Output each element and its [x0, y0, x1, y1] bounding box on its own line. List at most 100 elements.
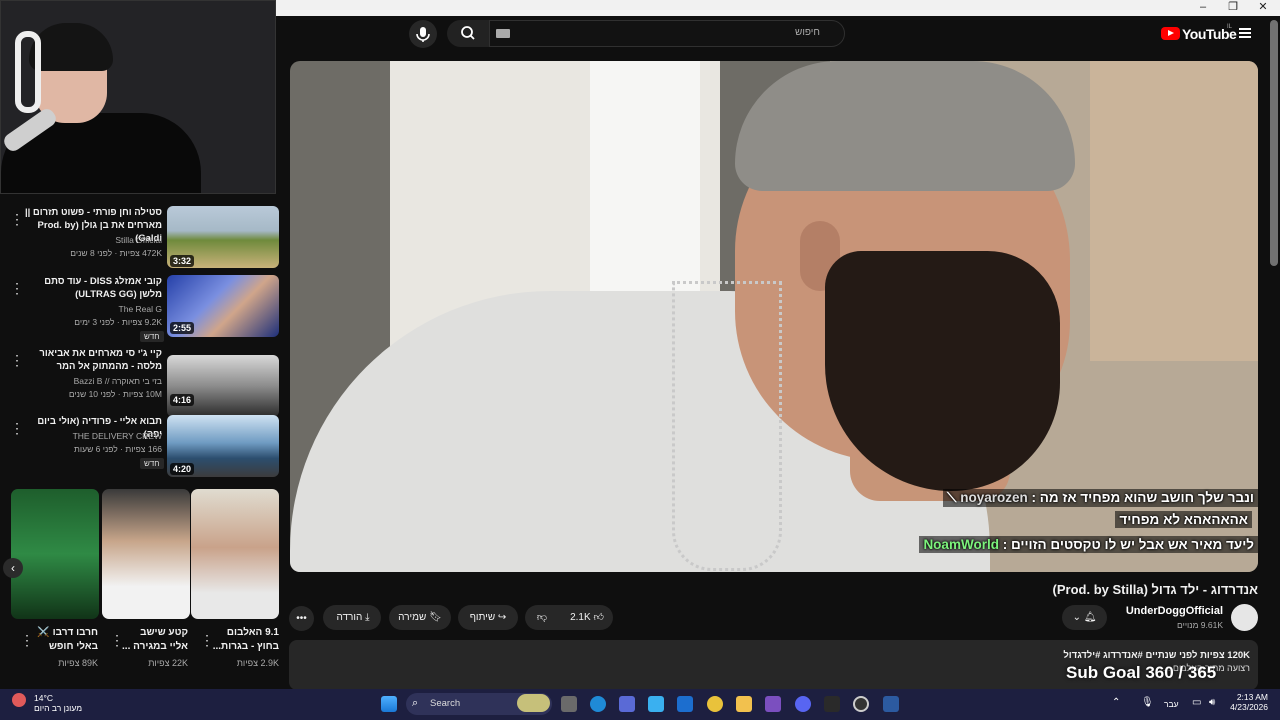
- file-explorer-icon[interactable]: [736, 696, 752, 712]
- network-icon[interactable]: ▭: [1192, 697, 1201, 708]
- weather-widget[interactable]: 14°C מעונן רב היום: [34, 693, 82, 713]
- chat-message-cont: אהאהאהא לא מפחיד: [1115, 511, 1252, 528]
- more-options-icon[interactable]: ⋮: [10, 421, 24, 435]
- channel-name[interactable]: UnderDoggOfficial: [1110, 605, 1223, 617]
- related-video-item[interactable]: ⋮ סטילה וחן פורתי - פשוט תזרום || מארחים…: [0, 206, 289, 276]
- channel-name[interactable]: The Real G: [22, 304, 162, 314]
- duration-badge: 2:55: [170, 322, 195, 334]
- search-button[interactable]: [447, 20, 489, 47]
- download-button[interactable]: הורדה ⤓: [323, 605, 381, 630]
- video-thumbnail[interactable]: [167, 355, 279, 417]
- related-video-item[interactable]: ⋮ קובי אמזלג DISS - עוד סתם מלשן (ULTRAS…: [0, 275, 289, 345]
- video-title[interactable]: קובי אמזלג DISS - עוד סתם מלשן (ULTRAS G…: [22, 275, 162, 301]
- app-icon[interactable]: [824, 696, 840, 712]
- short-thumbnail[interactable]: [11, 489, 99, 619]
- obs-icon[interactable]: [853, 696, 869, 712]
- search-input[interactable]: חיפוש: [489, 20, 845, 47]
- chat-username: noyarozen: [960, 490, 1028, 505]
- short-title[interactable]: 9.1 האלבום בחוץ - בגרות...: [209, 626, 279, 654]
- minimize-button[interactable]: –: [1188, 0, 1218, 16]
- taskbar-search-label: Search: [430, 698, 461, 709]
- video-title-main: אנדרדוג - ילד גדול (Prod. by Stilla): [1052, 582, 1258, 597]
- share-button[interactable]: שיתוף ↪: [458, 605, 518, 630]
- app-icon[interactable]: [677, 696, 693, 712]
- weather-temp: 14°C: [34, 693, 53, 703]
- like-button[interactable]: 2.1K 👍︎: [561, 605, 613, 630]
- short-title[interactable]: חרבו דרבו ⚔️ באלי חופש: [30, 626, 98, 654]
- clock[interactable]: 2:13 AM 4/23/2026: [1222, 692, 1268, 712]
- clock-date: 4/23/2026: [1230, 702, 1268, 712]
- like-count: 2.1K: [570, 612, 591, 623]
- app-icon[interactable]: [883, 696, 899, 712]
- widget-icon[interactable]: [517, 694, 550, 712]
- video-frame-wall-light: [1090, 61, 1258, 361]
- share-icon: ↪: [497, 612, 507, 623]
- duration-badge: 4:20: [170, 463, 195, 475]
- short-title[interactable]: קטע שישב אליי במגירה ...: [120, 626, 188, 654]
- chrome-icon[interactable]: [707, 696, 723, 712]
- page-scrollbar[interactable]: [1270, 20, 1278, 266]
- short-thumbnail[interactable]: [102, 489, 190, 619]
- channel-name[interactable]: Stilla Official: [22, 235, 162, 245]
- clock-time: 2:13 AM: [1236, 692, 1268, 702]
- edge-icon[interactable]: [590, 696, 606, 712]
- weather-desc: מעונן רב היום: [34, 703, 83, 713]
- search-icon: ⌕: [412, 697, 419, 709]
- short-views: 22K צפיות: [148, 658, 188, 668]
- share-label: שיתוף: [469, 612, 496, 623]
- related-video-item[interactable]: ⋮ קיי ג'י סי מארחים את אביאור מלסה - מהמ…: [0, 347, 289, 417]
- store-icon[interactable]: [619, 696, 635, 712]
- more-options-icon[interactable]: ⋮: [10, 212, 24, 226]
- app-icon[interactable]: [765, 696, 781, 712]
- thumbs-up-icon: 👍︎: [593, 612, 604, 623]
- download-label: הורדה: [336, 612, 363, 623]
- more-options-icon[interactable]: ⋮: [10, 353, 24, 367]
- new-badge: חדש: [140, 458, 164, 469]
- subscribe-notification-button[interactable]: ⌄ 🔔︎: [1062, 605, 1107, 630]
- chevron-left-icon[interactable]: ‹: [3, 558, 23, 578]
- chat-username: NoamWorld: [923, 537, 999, 552]
- more-label: •••: [296, 613, 307, 624]
- save-label: שמירה: [398, 612, 427, 623]
- more-actions-button[interactable]: •••: [289, 606, 314, 631]
- channel-avatar[interactable]: [1231, 604, 1258, 631]
- close-button[interactable]: ✕: [1248, 0, 1278, 16]
- thumbs-down-icon: 👎︎: [536, 612, 548, 623]
- microphone-icon[interactable]: 🎙︎: [1141, 697, 1154, 708]
- windows-start-icon[interactable]: [381, 696, 397, 712]
- short-views: 89K צפיות: [58, 658, 98, 668]
- short-thumbnail[interactable]: [191, 489, 279, 619]
- voice-search-button[interactable]: [409, 20, 437, 48]
- short-views: 2.9K צפיות: [236, 658, 279, 668]
- volume-icon[interactable]: 🔊︎: [1209, 697, 1215, 708]
- windows-taskbar: [0, 689, 1280, 720]
- language-indicator[interactable]: עבר: [1164, 699, 1179, 709]
- chat-text: ליעד מאיר אש אבל יש לו טקסטים הזויים :: [998, 537, 1254, 552]
- hamburger-menu-icon[interactable]: [1239, 28, 1251, 38]
- description-stats: 120K צפיות לפני שנתיים #אנדרדוג #ילדגדול: [1063, 650, 1250, 661]
- maximize-button[interactable]: ❐: [1218, 0, 1248, 16]
- related-video-item[interactable]: ⋮ תבוא אליי - פרודיה (אולי ביום יפה) THE…: [0, 415, 289, 485]
- save-button[interactable]: שמירה 🔖︎: [389, 605, 451, 630]
- video-meta: 166 צפיות · לפני 6 שעות: [74, 444, 162, 454]
- video-frame-chain: [672, 281, 782, 571]
- more-options-icon[interactable]: ⋮: [10, 281, 24, 295]
- subscriber-count: 9.61K מנויים: [1177, 620, 1223, 630]
- keyboard-icon[interactable]: [496, 29, 510, 38]
- weather-icon[interactable]: [12, 693, 26, 707]
- channel-name[interactable]: בזי בי תאוקרה // Bazzi B: [22, 376, 162, 386]
- webcam-overlay: [0, 0, 276, 194]
- video-meta: 9.2K צפיות · לפני 3 ימים: [74, 317, 162, 327]
- dislike-button[interactable]: 👎︎: [525, 605, 559, 630]
- discord-icon[interactable]: [795, 696, 811, 712]
- chevron-down-icon: ⌄: [1072, 612, 1081, 623]
- headphones: [15, 31, 41, 113]
- video-frame-hair: [735, 61, 1075, 191]
- video-title[interactable]: קיי ג'י סי מארחים את אביאור מלסה - מהמתו…: [22, 347, 162, 373]
- app-icon[interactable]: [648, 696, 664, 712]
- bell-icon: 🔔︎: [1083, 612, 1097, 623]
- sub-goal-overlay: Sub Goal 360 / 365: [1066, 663, 1217, 682]
- channel-name[interactable]: THE DELIVERY CREW: [22, 431, 162, 441]
- task-view-icon[interactable]: [561, 696, 577, 712]
- tray-chevron-icon[interactable]: ⌃: [1112, 697, 1120, 708]
